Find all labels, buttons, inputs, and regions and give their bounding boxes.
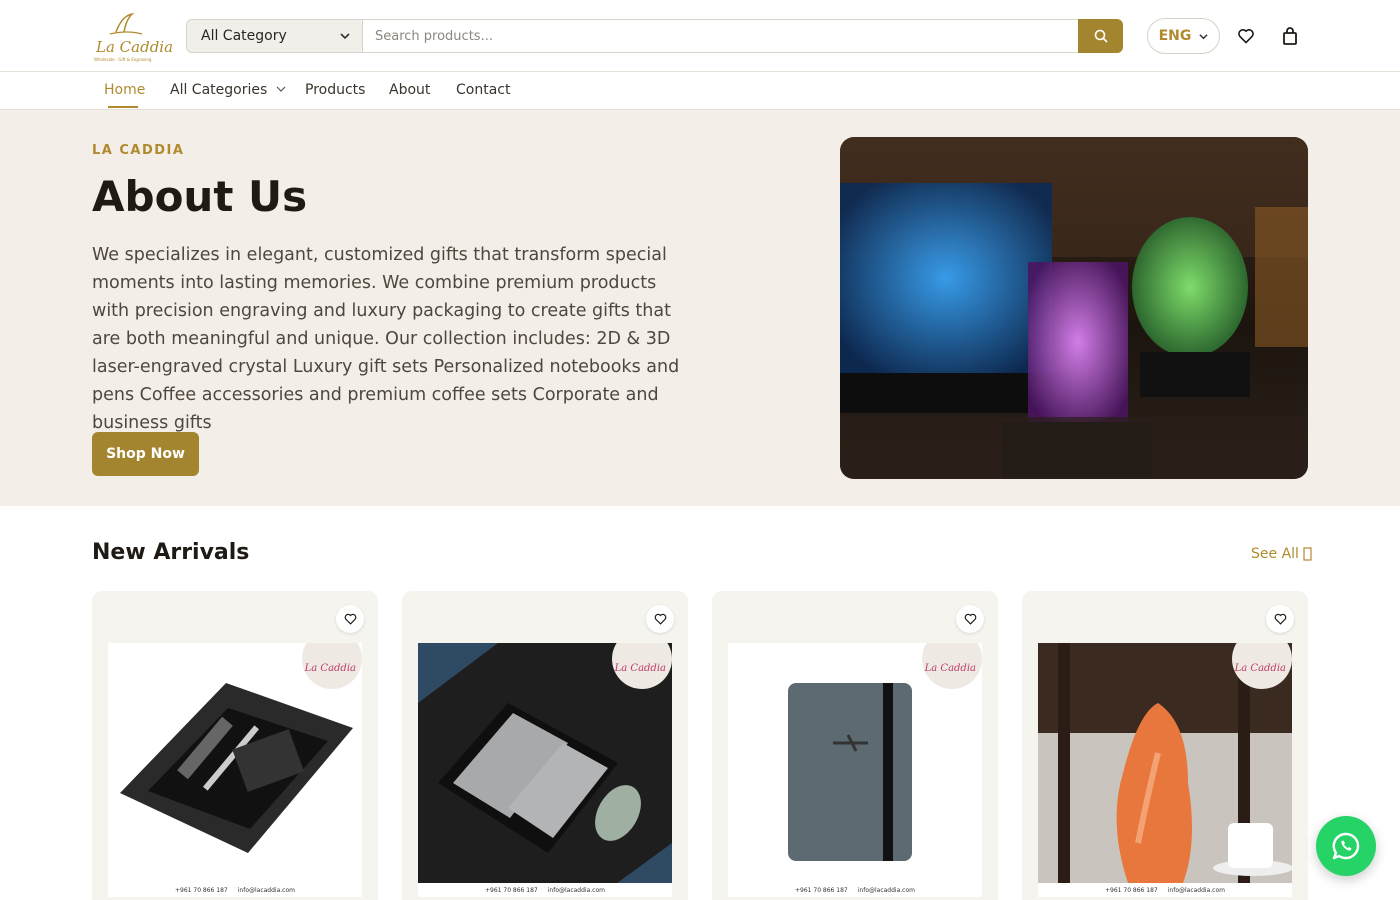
header: La Caddia Wholesale · Gift & Engraving A…	[0, 0, 1400, 72]
nav-all-categories[interactable]: All Categories	[170, 82, 286, 98]
brand-logo[interactable]: La Caddia Wholesale · Gift & Engraving	[92, 10, 173, 64]
see-all-label: See All	[1251, 546, 1299, 562]
card-phone: +961 70 866 187	[794, 886, 848, 894]
card-phone: +961 70 866 187	[174, 886, 228, 894]
chevron-down-icon	[340, 33, 350, 40]
heart-icon	[654, 613, 666, 625]
add-to-wishlist-button[interactable]	[646, 605, 674, 633]
search-button[interactable]	[1078, 19, 1123, 53]
card-brand-logo: La Caddia	[924, 663, 976, 674]
card-phone: +961 70 866 187	[484, 886, 538, 894]
main-nav: Home All Categories Products About Conta…	[0, 73, 1400, 110]
contact-strip: +961 70 866 187 info@lacaddia.com	[418, 883, 672, 897]
nav-products[interactable]: Products	[305, 82, 365, 98]
nav-all-categories-label: All Categories	[170, 82, 268, 98]
hero-image-crystal-gifts	[840, 137, 1308, 479]
card-email: info@lacaddia.com	[547, 886, 605, 894]
language-select[interactable]: ENG	[1147, 18, 1220, 54]
search-placeholder: Search products...	[375, 28, 493, 44]
arrow-right-icon	[1303, 547, 1312, 561]
chevron-down-icon	[276, 86, 286, 92]
search-bar: All Category Search products...	[186, 19, 1123, 53]
card-email: info@lacaddia.com	[1167, 886, 1225, 894]
product-card[interactable]: La Caddia +961 70 866 187 info@lacaddia.…	[712, 591, 998, 900]
nav-about[interactable]: About	[389, 82, 430, 98]
nav-active-indicator	[108, 106, 138, 108]
product-card[interactable]: La Caddia +961 70 866 187 info@lacaddia.…	[92, 591, 378, 900]
brand-tagline: Wholesale · Gift & Engraving	[94, 57, 152, 62]
language-value: ENG	[1158, 28, 1192, 44]
card-brand-logo: La Caddia	[304, 663, 356, 674]
card-email: info@lacaddia.com	[857, 886, 915, 894]
add-to-wishlist-button[interactable]	[956, 605, 984, 633]
category-select[interactable]: All Category	[186, 19, 363, 53]
nav-home[interactable]: Home	[104, 82, 145, 98]
about-hero: LA CADDIA About Us We specializes in ele…	[0, 110, 1400, 506]
chevron-down-icon	[1199, 33, 1208, 39]
add-to-wishlist-button[interactable]	[1266, 605, 1294, 633]
cart-button[interactable]	[1280, 26, 1300, 46]
see-all-link[interactable]: See All	[1251, 546, 1312, 562]
logo-mark-icon	[109, 12, 143, 35]
hero-eyebrow: LA CADDIA	[92, 143, 185, 158]
product-image[interactable]: La Caddia +961 70 866 187 info@lacaddia.…	[108, 643, 362, 897]
card-brand-logo: La Caddia	[1234, 663, 1286, 674]
new-arrivals-title: New Arrivals	[92, 540, 250, 565]
brand-name: La Caddia	[96, 38, 174, 56]
shop-now-button[interactable]: Shop Now	[92, 432, 199, 476]
heart-icon	[344, 613, 356, 625]
heart-icon	[1238, 29, 1254, 44]
nav-contact[interactable]: Contact	[456, 82, 510, 98]
heart-icon	[964, 613, 976, 625]
product-image[interactable]: La Caddia +961 70 866 187 info@lacaddia.…	[1038, 643, 1292, 897]
card-email: info@lacaddia.com	[237, 886, 295, 894]
search-input[interactable]: Search products...	[363, 19, 1078, 53]
heart-icon	[1274, 613, 1286, 625]
card-phone: +961 70 866 187	[1104, 886, 1158, 894]
category-select-value: All Category	[201, 28, 287, 44]
product-card[interactable]: La Caddia +961 70 866 187 info@lacaddia.…	[1022, 591, 1308, 900]
contact-strip: +961 70 866 187 info@lacaddia.com	[108, 883, 362, 897]
search-icon	[1094, 29, 1108, 43]
contact-strip: +961 70 866 187 info@lacaddia.com	[1038, 883, 1292, 897]
product-image[interactable]: La Caddia +961 70 866 187 info@lacaddia.…	[418, 643, 672, 897]
page-title: About Us	[92, 172, 308, 221]
add-to-wishlist-button[interactable]	[336, 605, 364, 633]
hero-description: We specializes in elegant, customized gi…	[92, 245, 680, 433]
contact-strip: +961 70 866 187 info@lacaddia.com	[728, 883, 982, 897]
card-brand-logo: La Caddia	[614, 663, 666, 674]
wishlist-button[interactable]	[1236, 26, 1256, 46]
whatsapp-chat-button[interactable]	[1316, 816, 1376, 876]
whatsapp-icon	[1332, 832, 1360, 860]
product-card[interactable]: La Caddia +961 70 866 187 info@lacaddia.…	[402, 591, 688, 900]
product-image[interactable]: La Caddia +961 70 866 187 info@lacaddia.…	[728, 643, 982, 897]
shopping-bag-icon	[1283, 27, 1297, 45]
